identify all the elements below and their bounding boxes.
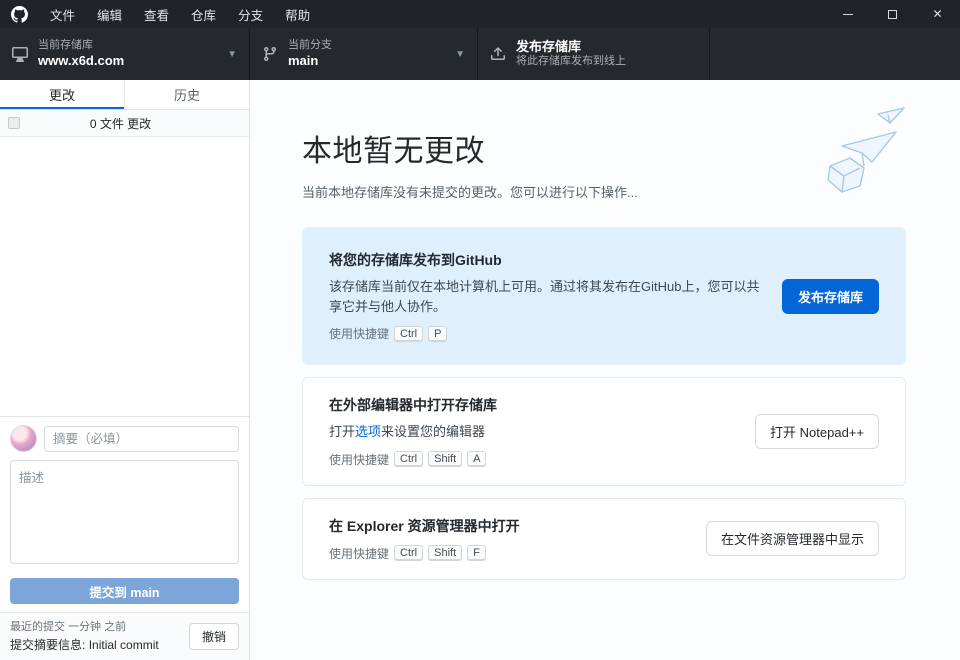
branch-label: 当前分支 [288,39,332,53]
publish-card-description: 该存储库当前仅在本地计算机上可用。通过将其发布在GitHub上，您可以共享它并与… [329,277,764,316]
minimize-button[interactable] [825,0,870,28]
publish-card-title: 将您的存储库发布到GitHub [329,250,764,270]
changes-summary-row: 0 文件 更改 [0,110,249,137]
key-p: P [428,326,447,342]
tab-changes[interactable]: 更改 [0,80,124,109]
tab-history-label: 历史 [174,85,200,104]
editor-desc-pre: 打开 [329,424,355,439]
branch-text: 当前分支 main [288,39,332,69]
menu-branch[interactable]: 分支 [227,0,274,28]
key-f: F [467,545,486,561]
editor-desc-post: 来设置您的编辑器 [381,424,485,439]
select-all-checkbox[interactable] [8,117,20,129]
github-desktop-window: 文件 编辑 查看 仓库 分支 帮助 ✕ 当前存储库 www.x6d.com ▼ [0,0,960,660]
show-in-explorer-card: 在 Explorer 资源管理器中打开 使用快捷键 Ctrl Shift F 在… [302,498,906,580]
recent-commit-bar: 最近的提交 一分钟 之前 提交摘要信息: Initial commit 撤销 [0,612,249,660]
undo-button[interactable]: 撤销 [189,623,239,650]
key-shift: Shift [428,545,462,561]
menu-bar: 文件 编辑 查看 仓库 分支 帮助 [39,0,321,28]
key-ctrl: Ctrl [394,545,423,561]
commit-summary-input[interactable] [44,426,239,452]
open-editor-card-body: 在外部编辑器中打开存储库 打开选项来设置您的编辑器 使用快捷键 Ctrl Shi… [329,395,737,468]
sidebar: 更改 历史 0 文件 更改 提交到 main 最近的提交 一分钟 之前 [0,80,250,660]
changes-summary-label: 0 文件 更改 [90,115,171,132]
shortcut-label: 使用快捷键 [329,325,389,342]
github-logo-icon [11,5,29,23]
publish-card-body: 将您的存储库发布到GitHub 该存储库当前仅在本地计算机上可用。通过将其发布在… [329,250,764,342]
key-ctrl: Ctrl [394,451,423,467]
open-editor-card-title: 在外部编辑器中打开存储库 [329,395,737,415]
toolbar: 当前存储库 www.x6d.com ▼ 当前分支 main ▼ 发布存储库 将此… [0,28,960,80]
close-icon: ✕ [932,8,942,20]
publish-text: 发布存储库 将此存储库发布到线上 [516,39,626,69]
open-editor-card: 在外部编辑器中打开存储库 打开选项来设置您的编辑器 使用快捷键 Ctrl Shi… [302,377,906,486]
changed-files-list [0,137,249,416]
maximize-icon [888,10,897,19]
maximize-button[interactable] [870,0,915,28]
key-ctrl: Ctrl [394,326,423,342]
publish-subtitle: 将此存储库发布到线上 [516,55,626,69]
key-a: A [467,451,486,467]
chevron-down-icon: ▼ [219,49,237,60]
avatar [10,425,37,452]
titlebar: 文件 编辑 查看 仓库 分支 帮助 ✕ [0,0,960,28]
open-editor-card-shortcut: 使用快捷键 Ctrl Shift A [329,451,737,468]
main-panel: 本地暂无更改 当前本地存储库没有未提交的更改。您可以进行以下操作... 将您的存… [250,80,960,660]
commit-description-input[interactable] [10,460,239,564]
repository-selector[interactable]: 当前存储库 www.x6d.com ▼ [0,28,250,80]
commit-button[interactable]: 提交到 main [10,578,239,604]
content-area: 更改 历史 0 文件 更改 提交到 main 最近的提交 一分钟 之前 [0,80,960,660]
suggested-actions: 将您的存储库发布到GitHub 该存储库当前仅在本地计算机上可用。通过将其发布在… [302,227,906,580]
upload-arrow-icon [490,46,506,62]
open-editor-button[interactable]: 打开 Notepad++ [755,414,879,449]
git-branch-icon [262,46,278,62]
recent-commit-text: 最近的提交 一分钟 之前 提交摘要信息: Initial commit [10,619,189,654]
repository-name: www.x6d.com [38,53,124,69]
close-button[interactable]: ✕ [915,0,960,28]
repository-text: 当前存储库 www.x6d.com [38,39,124,69]
show-in-explorer-card-body: 在 Explorer 资源管理器中打开 使用快捷键 Ctrl Shift F [329,516,688,562]
publish-card-shortcut: 使用快捷键 Ctrl P [329,325,764,342]
commit-form: 提交到 main [0,416,249,612]
show-in-explorer-button[interactable]: 在文件资源管理器中显示 [706,521,879,556]
show-in-explorer-card-shortcut: 使用快捷键 Ctrl Shift F [329,545,688,562]
computer-icon [12,46,28,62]
chevron-down-icon: ▼ [447,49,465,60]
shortcut-label: 使用快捷键 [329,451,389,468]
menu-edit[interactable]: 编辑 [86,0,133,28]
menu-file[interactable]: 文件 [39,0,86,28]
publish-repository-button[interactable]: 发布存储库 [782,279,879,314]
open-editor-card-description: 打开选项来设置您的编辑器 [329,422,737,442]
recent-commit-summary-value: Initial commit [89,638,159,652]
menu-help[interactable]: 帮助 [274,0,321,28]
show-in-explorer-card-title: 在 Explorer 资源管理器中打开 [329,516,688,536]
publish-repository-toolbar-button[interactable]: 发布存储库 将此存储库发布到线上 [478,28,710,80]
menu-view[interactable]: 查看 [133,0,180,28]
sidebar-tabs: 更改 历史 [0,80,249,110]
publish-card: 将您的存储库发布到GitHub 该存储库当前仅在本地计算机上可用。通过将其发布在… [302,227,906,365]
paper-planes-illustration [808,106,912,202]
options-link[interactable]: 选项 [355,424,381,439]
recent-commit-meta: 最近的提交 一分钟 之前 [10,619,189,636]
branch-name: main [288,53,332,69]
shortcut-label: 使用快捷键 [329,545,389,562]
publish-title: 发布存储库 [516,39,626,55]
window-controls: ✕ [825,0,960,28]
tab-history[interactable]: 历史 [124,80,249,109]
minimize-icon [843,14,853,15]
recent-commit-summary-label: 提交摘要信息: [10,638,85,652]
key-shift: Shift [428,451,462,467]
repository-label: 当前存储库 [38,39,124,53]
menu-repository[interactable]: 仓库 [180,0,227,28]
branch-selector[interactable]: 当前分支 main ▼ [250,28,478,80]
toolbar-empty-space [710,28,960,80]
tab-changes-label: 更改 [49,85,75,104]
recent-commit-summary: 提交摘要信息: Initial commit [10,636,189,654]
